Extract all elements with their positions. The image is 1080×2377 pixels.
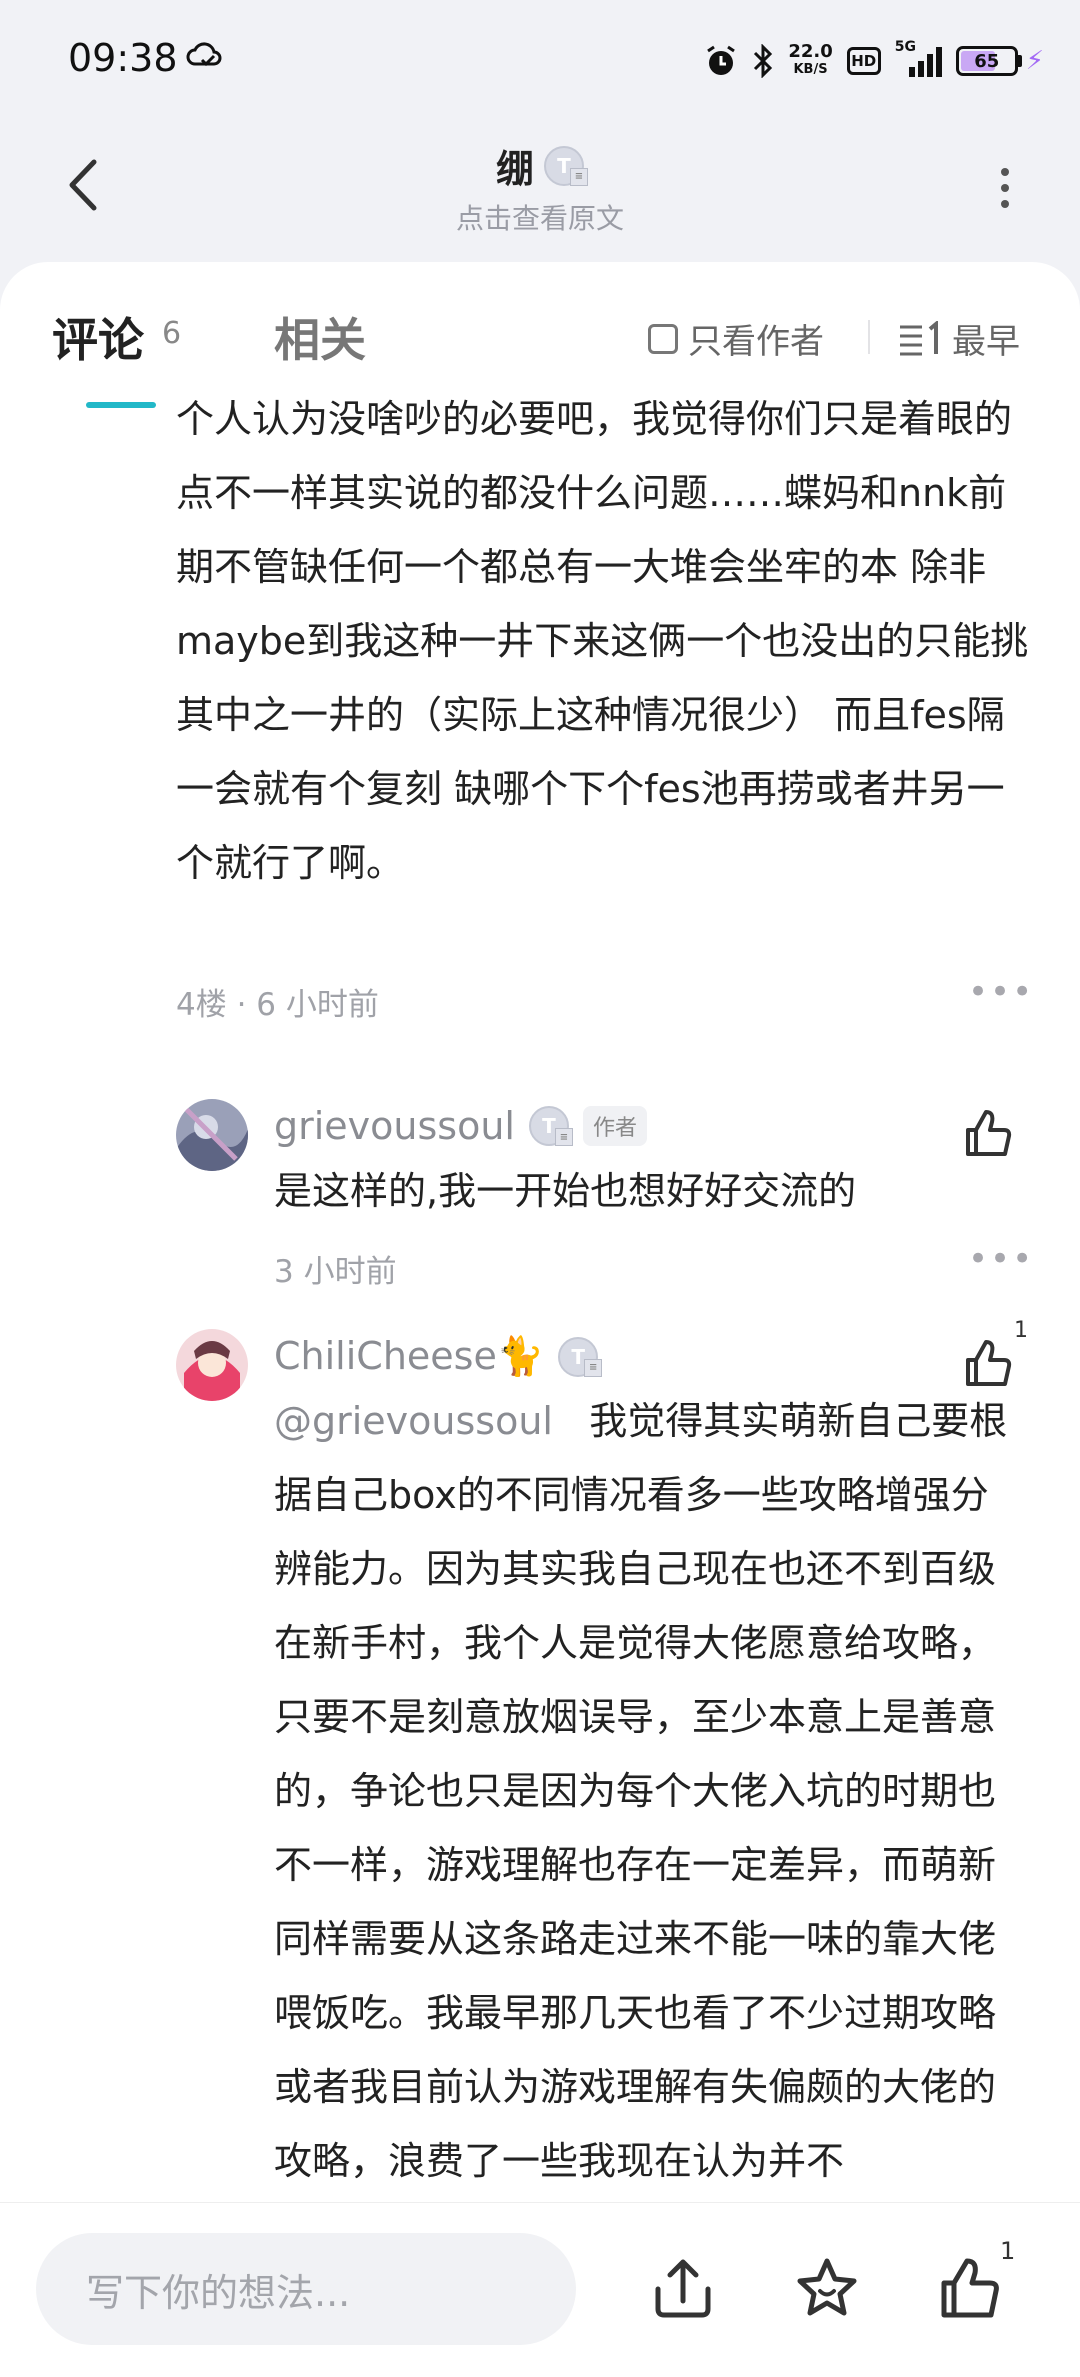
cloud-sync-icon — [186, 42, 222, 67]
active-tab-indicator — [86, 402, 156, 408]
reply-text: @grievoussoul 我觉得其实萌新自己要根据自己box的不同情况看多一些… — [274, 1384, 1014, 2198]
page-title: 绷 — [495, 147, 534, 191]
username-text: grievoussoul — [274, 1104, 515, 1148]
tab-related[interactable]: 相关 — [274, 304, 366, 370]
status-time: 09:38 — [68, 36, 178, 80]
bottom-action-bar: 写下你的想法... 1 — [0, 2202, 1080, 2377]
like-icon[interactable] — [960, 1334, 1016, 1390]
avatar[interactable] — [176, 1099, 248, 1171]
favorite-star-icon[interactable] — [792, 2253, 862, 2323]
checkbox-icon[interactable] — [648, 323, 678, 354]
comment-sheet: 评论 6 相关 只看作者 最早 个人认为没啥吵的必要吧，我觉得你们只是着眼的点不… — [0, 262, 1080, 2202]
net-speed-unit: KB/S — [793, 62, 828, 77]
hd-icon: HD — [846, 47, 881, 75]
like-icon[interactable] — [936, 2253, 1006, 2323]
reply-mention[interactable]: @grievoussoul — [274, 1399, 553, 1443]
battery-icon: 65 ⚡ — [955, 46, 1044, 76]
level-badge-icon: T ≡ — [544, 145, 588, 186]
network-type: 5G — [894, 39, 916, 55]
signal-icon: 5G — [895, 39, 942, 77]
bluetooth-icon — [754, 44, 773, 78]
divider — [868, 320, 870, 354]
reply-like-count: 1 — [1014, 1318, 1028, 1343]
level-badge-icon: T ≡ — [558, 1336, 603, 1377]
like-count: 1 — [1000, 2237, 1016, 2265]
level-badge-icon: T ≡ — [529, 1106, 573, 1146]
net-speed: 22.0 KB/S — [788, 43, 832, 79]
username-text: ChiliCheese🐈 — [274, 1334, 545, 1378]
sort-label: 最早 — [952, 322, 1020, 362]
like-icon[interactable] — [960, 1104, 1016, 1160]
comments-count: 6 — [162, 316, 182, 351]
reply-username[interactable]: grievoussoul T ≡ 作者 — [274, 1104, 648, 1148]
more-options-icon[interactable] — [990, 158, 1020, 218]
author-only-filter[interactable]: 只看作者 — [648, 314, 824, 363]
nav-header: 绷 T ≡ 点击查看原文 — [0, 120, 1080, 260]
alarm-icon — [707, 45, 736, 75]
battery-level: 65 — [974, 50, 1000, 72]
sort-icon — [900, 320, 938, 355]
author-tag: 作者 — [583, 1106, 648, 1146]
sort-toggle[interactable]: 最早 — [898, 314, 1020, 363]
reply-more-icon[interactable]: ••• — [968, 1239, 1034, 1279]
charging-icon: ⚡ — [1025, 46, 1044, 76]
view-original-link[interactable]: 点击查看原文 — [0, 197, 1080, 237]
net-speed-value: 22.0 — [788, 41, 833, 62]
comment-more-icon[interactable]: ••• — [968, 972, 1034, 1012]
status-bar: 09:38 22.0 KB/S HD 5G 65 ⚡ — [0, 0, 1080, 120]
page-title-group[interactable]: 绷 T ≡ — [495, 138, 588, 193]
reply-text: 是这样的,我一开始也想好好交流的 — [274, 1169, 857, 1213]
status-icons: 22.0 KB/S HD 5G 65 ⚡ — [704, 36, 1044, 86]
comment-meta: 4楼 · 6 小时前 — [176, 987, 379, 1023]
reply-time: 3 小时前 — [274, 1254, 397, 1290]
reply-username[interactable]: ChiliCheese🐈 T ≡ — [274, 1334, 603, 1379]
share-icon[interactable] — [648, 2253, 718, 2323]
author-only-label: 只看作者 — [688, 322, 824, 362]
tab-comments[interactable]: 评论 — [52, 304, 144, 370]
avatar[interactable] — [176, 1329, 248, 1401]
reply-body: 我觉得其实萌新自己要根据自己box的不同情况看多一些攻略增强分辨能力。因为其实我… — [274, 1399, 1008, 2183]
comment-input[interactable]: 写下你的想法... — [36, 2233, 576, 2345]
comment-text: 个人认为没啥吵的必要吧，我觉得你们只是着眼的点不一样其实说的都没什么问题……蝶妈… — [176, 397, 1029, 885]
